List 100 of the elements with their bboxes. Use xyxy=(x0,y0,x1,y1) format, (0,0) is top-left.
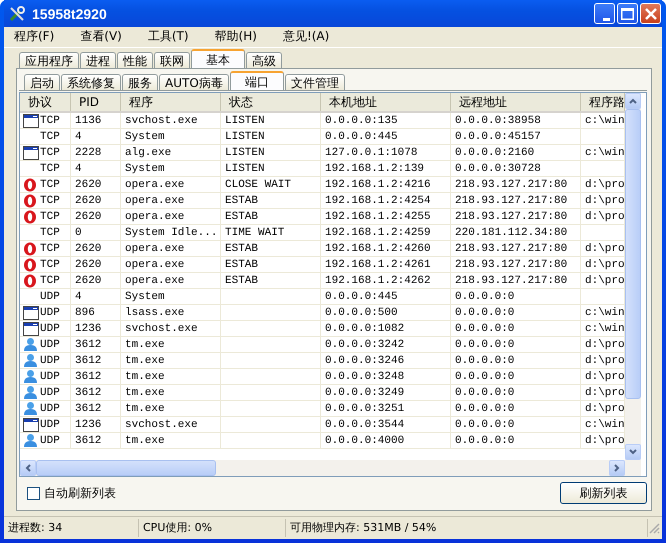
column-header[interactable]: 协议 xyxy=(20,93,71,111)
table-cell: opera.exe xyxy=(125,242,184,254)
table-cell: alg.exe xyxy=(125,146,172,158)
column-header[interactable]: 状态 xyxy=(221,93,321,111)
table-cell: 2620 xyxy=(75,194,102,206)
table-cell: 2620 xyxy=(75,178,102,190)
table-cell: 0.0.0.0:3248 xyxy=(325,370,404,382)
tab[interactable]: 基本 xyxy=(191,49,245,68)
table-cell: 0.0.0.0:0 xyxy=(455,306,514,318)
menu-item[interactable]: 程序(F) xyxy=(8,28,60,44)
table-cell: d:\pro xyxy=(585,402,624,414)
table-cell: 192.168.1.2:4216 xyxy=(325,178,431,190)
menu-item[interactable]: 工具(T) xyxy=(142,28,195,44)
tab[interactable]: 启动 xyxy=(24,74,60,90)
table-cell: 0.0.0.0:0 xyxy=(455,418,514,430)
table-cell: c:\win xyxy=(585,146,624,158)
scroll-thumb[interactable] xyxy=(36,460,216,476)
checkbox-label[interactable]: 自动刷新列表 xyxy=(44,484,116,502)
scroll-down-button[interactable] xyxy=(625,444,641,460)
table-cell: 2620 xyxy=(75,274,102,286)
table-cell: UDP xyxy=(40,306,60,318)
table-cell: System xyxy=(125,290,165,302)
table-cell: TIME WAIT xyxy=(225,226,284,238)
table-cell: 0.0.0.0:0 xyxy=(455,402,514,414)
table-cell: tm.exe xyxy=(125,370,165,382)
table-cell: 192.168.1.2:4261 xyxy=(325,258,431,270)
table-cell: d:\pro xyxy=(585,354,624,366)
table-cell: 1136 xyxy=(75,114,102,126)
menu-item[interactable]: 查看(V) xyxy=(74,28,128,44)
table-cell: LISTEN xyxy=(225,130,265,142)
minimize-button[interactable] xyxy=(594,3,615,24)
scroll-left-button[interactable] xyxy=(20,460,36,476)
table-cell: 0.0.0.0:3544 xyxy=(325,418,404,430)
table-cell: UDP xyxy=(40,322,60,334)
tab[interactable]: 系统修复 xyxy=(61,74,121,90)
table-cell: LISTEN xyxy=(225,162,265,174)
close-button[interactable] xyxy=(640,3,661,24)
tab[interactable]: 应用程序 xyxy=(19,52,79,68)
tab[interactable]: 性能 xyxy=(117,52,153,68)
horizontal-scrollbar[interactable] xyxy=(20,460,625,476)
table-cell: d:\pro xyxy=(585,178,624,190)
table-cell: TCP xyxy=(40,274,60,286)
vertical-scrollbar[interactable] xyxy=(625,93,641,476)
chevron-left-icon xyxy=(25,464,31,472)
table-cell: lsass.exe xyxy=(125,306,184,318)
tab[interactable]: 高级 xyxy=(246,52,282,68)
table-cell: c:\win xyxy=(585,114,624,126)
table-cell: CLOSE WAIT xyxy=(225,178,292,190)
table-cell: UDP xyxy=(40,402,60,414)
table-cell: UDP xyxy=(40,418,60,430)
table-cell: TCP xyxy=(40,242,60,254)
refresh-button[interactable]: 刷新列表 xyxy=(560,482,647,504)
table-cell: UDP xyxy=(40,354,60,366)
tab[interactable]: 端口 xyxy=(230,71,284,90)
table-cell: 218.93.127.217:80 xyxy=(455,274,568,286)
menu-item[interactable]: 帮助(H) xyxy=(208,28,263,44)
maximize-button[interactable] xyxy=(617,3,638,24)
checkbox[interactable] xyxy=(27,486,40,500)
table-cell: TCP xyxy=(40,194,60,206)
table-cell: 3612 xyxy=(75,354,102,366)
column-header[interactable]: PID xyxy=(71,93,121,111)
table-cell: c:\win xyxy=(585,418,624,430)
table-cell: 3612 xyxy=(75,434,102,446)
table-cell: 127.0.0.1:1078 xyxy=(325,146,418,158)
scroll-thumb[interactable] xyxy=(625,109,641,399)
table-cell: 192.168.1.2:4259 xyxy=(325,226,431,238)
tab[interactable]: 进程 xyxy=(80,52,116,68)
table-cell: LISTEN xyxy=(225,146,265,158)
chevron-right-icon xyxy=(614,464,620,472)
table-cell: opera.exe xyxy=(125,274,184,286)
table-cell: tm.exe xyxy=(125,386,165,398)
table-cell: 896 xyxy=(75,306,95,318)
table-cell: 3612 xyxy=(75,338,102,350)
column-header[interactable]: 程序 xyxy=(121,93,221,111)
table-cell: 3612 xyxy=(75,370,102,382)
close-icon xyxy=(644,8,656,20)
table-cell: UDP xyxy=(40,386,60,398)
table-cell: 0.0.0.0:0 xyxy=(455,290,514,302)
scroll-up-button[interactable] xyxy=(625,93,641,109)
column-header[interactable]: 远程地址 xyxy=(451,93,581,111)
menu-item[interactable]: 意见!(A) xyxy=(276,28,336,44)
scroll-right-button[interactable] xyxy=(609,460,625,476)
table-cell: c:\win xyxy=(585,306,624,318)
window-title: 15958t2920 xyxy=(32,6,108,22)
table-cell: TCP xyxy=(40,130,60,142)
status-text: 可用物理内存: 531MB / 54% xyxy=(286,519,648,537)
tab[interactable]: 文件管理 xyxy=(284,74,345,90)
table-cell: opera.exe xyxy=(125,194,184,206)
table-cell: 192.168.1.2:4262 xyxy=(325,274,431,286)
table-cell: tm.exe xyxy=(125,354,165,366)
table-cell: 0.0.0.0:0 xyxy=(455,338,514,350)
table-cell: d:\pro xyxy=(585,386,624,398)
table-cell: 3612 xyxy=(75,402,102,414)
tab[interactable]: 联网 xyxy=(154,52,190,68)
tab[interactable]: AUTO病毒 xyxy=(159,74,229,90)
table-cell: tm.exe xyxy=(125,402,165,414)
table-cell: d:\pro xyxy=(585,338,624,350)
table-cell: 4 xyxy=(75,130,82,142)
tab[interactable]: 服务 xyxy=(122,74,158,90)
column-header[interactable]: 本机地址 xyxy=(321,93,451,111)
